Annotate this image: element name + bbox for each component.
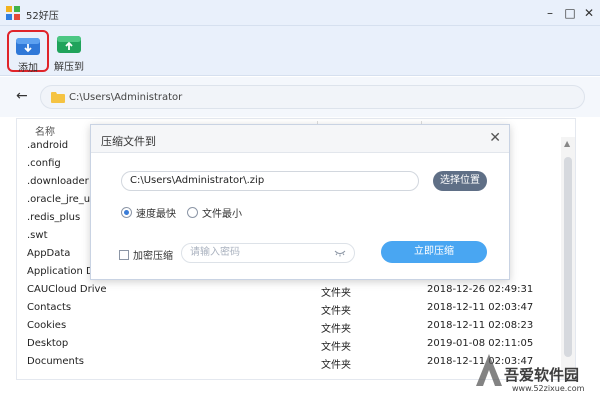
file-name: CAUCloud Drive (27, 284, 107, 295)
eye-closed-icon[interactable] (334, 249, 346, 257)
compress-now-button[interactable]: 立即压缩 (381, 241, 487, 263)
dialog-header: 压缩文件到 ✕ (91, 125, 509, 153)
extract-to-button[interactable]: 解压到 (48, 30, 90, 73)
watermark-name: 吾爱软件园 (504, 366, 580, 384)
scroll-up-icon[interactable]: ▲ (564, 139, 570, 148)
file-name: Contacts (27, 302, 72, 313)
file-name: .swt (27, 230, 48, 241)
file-name: Cookies (27, 320, 67, 331)
back-arrow-icon[interactable]: ← (16, 88, 32, 104)
app-title: 52好压 (26, 11, 59, 22)
scroll-thumb[interactable] (564, 157, 572, 357)
address-bar[interactable]: C:\Users\Administrator (40, 85, 585, 109)
file-date: 2018-12-11 02:08:23 (427, 320, 534, 331)
column-name-header[interactable]: 名称 (35, 123, 55, 138)
file-type: 文件夹 (321, 324, 351, 335)
option-smallest[interactable]: 文件最小 (187, 205, 242, 220)
output-path-input[interactable]: C:\Users\Administrator\.zip (121, 171, 419, 191)
watermark-url: www.52zixue.com (512, 384, 585, 393)
file-date: 2018-12-26 02:49:31 (427, 284, 534, 295)
extract-to-label: 解压到 (54, 62, 84, 73)
file-type: 文件夹 (321, 288, 351, 299)
encrypt-label: 加密压缩 (133, 251, 173, 262)
file-name: Documents (27, 356, 85, 367)
address-row: ← C:\Users\Administrator (0, 77, 600, 117)
option-fastest[interactable]: 速度最快 (121, 205, 176, 220)
maximize-button[interactable]: □ (562, 5, 578, 21)
close-window-button[interactable]: ✕ (581, 5, 597, 21)
watermark-logo-icon (476, 354, 502, 386)
file-name: Desktop (27, 338, 69, 349)
address-path: C:\Users\Administrator (69, 92, 183, 103)
option-fastest-label: 速度最快 (136, 209, 176, 220)
toolbar: 添加 解压到 (0, 26, 600, 76)
password-input[interactable]: 请输入密码 (181, 243, 355, 263)
vertical-scrollbar[interactable]: ▲ (561, 137, 575, 379)
file-type: 文件夹 (321, 360, 351, 371)
radio-smallest[interactable] (187, 207, 198, 218)
radio-fastest[interactable] (121, 207, 132, 218)
option-smallest-label: 文件最小 (202, 209, 242, 220)
app-logo-icon (6, 6, 20, 20)
file-date: 2018-12-11 02:03:47 (427, 302, 534, 313)
dialog-close-icon[interactable]: ✕ (489, 130, 501, 146)
file-name: Application Da (27, 266, 100, 277)
file-row[interactable]: Cookies 文件夹 2018-12-11 02:08:23 (17, 317, 561, 335)
file-type: 文件夹 (321, 342, 351, 353)
password-placeholder: 请输入密码 (190, 247, 240, 258)
folder-icon (51, 92, 65, 103)
site-watermark: 吾爱软件园 www.52zixue.com (470, 346, 598, 398)
file-row[interactable]: Contacts 文件夹 2018-12-11 02:03:47 (17, 299, 561, 317)
file-name: .downloader (27, 176, 89, 187)
minimize-button[interactable]: – (542, 5, 558, 21)
add-label: 添加 (18, 63, 38, 74)
dialog-title: 压缩文件到 (101, 135, 156, 148)
file-name: .config (27, 158, 61, 169)
title-bar: 52好压 – □ ✕ (0, 0, 600, 26)
file-name: .redis_plus (27, 212, 81, 223)
choose-location-button[interactable]: 选择位置 (433, 171, 487, 191)
encrypt-option[interactable]: 加密压缩 (119, 247, 173, 262)
file-type: 文件夹 (321, 306, 351, 317)
add-archive-icon (16, 38, 40, 55)
file-row[interactable]: CAUCloud Drive 文件夹 2018-12-26 02:49:31 (17, 281, 561, 299)
file-name: AppData (27, 248, 71, 259)
add-button[interactable]: 添加 (7, 30, 49, 74)
extract-archive-icon (57, 36, 81, 53)
file-name: .android (27, 140, 69, 151)
encrypt-checkbox[interactable] (119, 249, 129, 260)
compress-dialog: 压缩文件到 ✕ C:\Users\Administrator\.zip 选择位置… (90, 124, 510, 280)
